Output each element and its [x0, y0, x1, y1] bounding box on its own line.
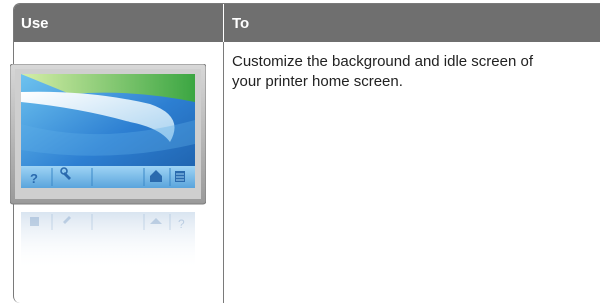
svg-text:?: ?: [30, 171, 38, 186]
backgrounds-and-idle-screen-icon: ? ?: [9, 63, 207, 272]
table-header-row: Use To: [14, 4, 600, 42]
header-use: Use: [21, 15, 49, 32]
row-description: Customize the background and idle screen…: [232, 53, 534, 90]
header-to: To: [232, 15, 250, 32]
svg-text:?: ?: [178, 217, 185, 231]
header-column-divider: [223, 4, 224, 42]
body-column-divider: [223, 42, 224, 303]
